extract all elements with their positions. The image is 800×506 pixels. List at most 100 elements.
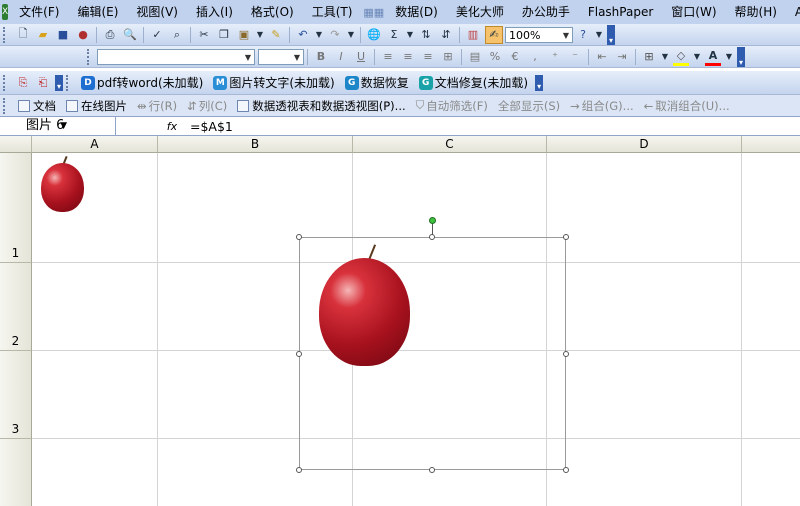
- chevron-down-icon[interactable]: ▼: [315, 27, 323, 43]
- resize-handle-bottom-right[interactable]: [563, 467, 569, 473]
- print-preview-icon[interactable]: 🔍: [122, 27, 138, 43]
- merge-center-icon[interactable]: ⊞: [440, 49, 456, 65]
- print-icon[interactable]: ⎙: [102, 27, 118, 43]
- row-header-1[interactable]: 1: [0, 153, 32, 263]
- toolbar-options-icon[interactable]: ▾: [55, 74, 63, 91]
- autosum-icon[interactable]: Σ: [386, 27, 402, 43]
- font-size-select[interactable]: ▼: [258, 48, 304, 65]
- menu-item-adobe[interactable]: Adobe: [786, 0, 800, 24]
- addin-doc-repair[interactable]: G 文档修复(未加载): [414, 72, 533, 94]
- addin-data-recovery[interactable]: G 数据恢复: [340, 72, 414, 94]
- chevron-down-icon[interactable]: ▼: [406, 27, 414, 43]
- group-button[interactable]: → 组合(G)...: [565, 98, 639, 114]
- addin-icon[interactable]: ▦▦: [363, 4, 384, 20]
- toolbar-options-icon[interactable]: ▾: [535, 74, 544, 91]
- column-header-a[interactable]: A: [32, 136, 158, 153]
- toolbar-grip[interactable]: [3, 26, 9, 43]
- sort-descending-icon[interactable]: ⇵: [438, 27, 454, 43]
- toolbar-grip[interactable]: [3, 97, 9, 114]
- redo-icon[interactable]: ↷: [327, 27, 343, 43]
- menu-item-beautify[interactable]: 美化大师: [447, 0, 513, 24]
- bold-icon[interactable]: B: [313, 49, 329, 65]
- resize-handle-right[interactable]: [563, 351, 569, 357]
- align-right-icon[interactable]: ≡: [420, 49, 436, 65]
- copy-icon[interactable]: ❐: [216, 27, 232, 43]
- align-center-icon[interactable]: ≡: [400, 49, 416, 65]
- toolbar-options-icon[interactable]: ▾: [737, 46, 745, 67]
- menu-item-view[interactable]: 视图(V): [127, 0, 187, 24]
- sort-ascending-icon[interactable]: ⇅: [418, 27, 434, 43]
- rotate-handle[interactable]: [429, 217, 436, 224]
- currency-icon[interactable]: ▤: [467, 49, 483, 65]
- menu-item-insert[interactable]: 插入(I): [187, 0, 242, 24]
- chevron-down-icon[interactable]: ▼: [242, 50, 254, 64]
- increase-indent-icon[interactable]: ⇥: [614, 49, 630, 65]
- pdf-icon[interactable]: ⎘: [15, 75, 31, 91]
- doc-button[interactable]: 文档: [13, 98, 61, 114]
- row-button[interactable]: ⇹ 行(R): [132, 98, 182, 114]
- euro-icon[interactable]: €: [507, 49, 523, 65]
- menu-item-office-helper[interactable]: 办公助手: [513, 0, 579, 24]
- save-icon[interactable]: ■: [55, 27, 71, 43]
- chevron-down-icon[interactable]: ▼: [256, 27, 264, 43]
- menu-item-data[interactable]: 数据(D): [386, 0, 447, 24]
- resize-handle-top[interactable]: [429, 234, 435, 240]
- pdf-settings-icon[interactable]: ⎗: [35, 75, 51, 91]
- hyperlink-icon[interactable]: 🌐: [366, 27, 382, 43]
- row-header-4[interactable]: [0, 439, 32, 506]
- resize-handle-left[interactable]: [296, 351, 302, 357]
- apple-image-small[interactable]: [40, 155, 86, 214]
- italic-icon[interactable]: I: [333, 49, 349, 65]
- chevron-down-icon[interactable]: ▼: [595, 27, 603, 43]
- menu-item-window[interactable]: 窗口(W): [662, 0, 725, 24]
- menu-item-flashpaper[interactable]: FlashPaper: [579, 0, 662, 24]
- formula-input[interactable]: =$A$1: [190, 119, 233, 134]
- cut-icon[interactable]: ✂: [196, 27, 212, 43]
- underline-icon[interactable]: U: [353, 49, 369, 65]
- select-all-corner[interactable]: [0, 136, 32, 153]
- research-icon[interactable]: ⌕: [169, 27, 185, 43]
- menu-item-tools[interactable]: 工具(T): [303, 0, 362, 24]
- column-header-d[interactable]: D: [547, 136, 742, 153]
- spelling-icon[interactable]: ✓: [149, 27, 165, 43]
- pivot-table-button[interactable]: 数据透视表和数据透视图(P)...: [232, 98, 410, 114]
- comma-icon[interactable]: ,: [527, 49, 543, 65]
- name-box[interactable]: 图片 6 ▼: [0, 117, 116, 135]
- chevron-down-icon[interactable]: ▼: [291, 50, 303, 64]
- align-left-icon[interactable]: ≡: [380, 49, 396, 65]
- show-all-button[interactable]: 全部显示(S): [493, 98, 565, 114]
- menu-item-edit[interactable]: 编辑(E): [68, 0, 127, 24]
- row-header-3[interactable]: 3: [0, 351, 32, 439]
- addin-image-to-text[interactable]: M 图片转文字(未加载): [208, 72, 339, 94]
- borders-icon[interactable]: ⊞: [641, 49, 657, 65]
- new-icon[interactable]: 🗋: [15, 27, 31, 43]
- decrease-indent-icon[interactable]: ⇤: [594, 49, 610, 65]
- column-button[interactable]: ⇵ 列(C): [182, 98, 232, 114]
- chevron-down-icon[interactable]: ▼: [693, 49, 701, 65]
- open-icon[interactable]: ▰: [35, 27, 51, 43]
- resize-handle-top-right[interactable]: [563, 234, 569, 240]
- font-name-select[interactable]: ▼: [97, 48, 255, 65]
- percent-icon[interactable]: %: [487, 49, 503, 65]
- column-header-c[interactable]: C: [353, 136, 547, 153]
- toolbar-grip[interactable]: [66, 74, 72, 91]
- chevron-down-icon[interactable]: ▼: [60, 117, 67, 135]
- menu-item-format[interactable]: 格式(O): [242, 0, 303, 24]
- toolbar-options-icon[interactable]: ▾: [607, 24, 615, 45]
- format-painter-icon[interactable]: ✎: [268, 27, 284, 43]
- increase-decimal-icon[interactable]: ⁺: [547, 49, 563, 65]
- paste-icon[interactable]: ▣: [236, 27, 252, 43]
- online-picture-button[interactable]: 在线图片: [61, 98, 132, 114]
- decrease-decimal-icon[interactable]: ⁻: [567, 49, 583, 65]
- fill-color-icon[interactable]: ◇: [673, 47, 689, 66]
- chevron-down-icon[interactable]: ▼: [725, 49, 733, 65]
- resize-handle-top-left[interactable]: [296, 234, 302, 240]
- toolbar-grip[interactable]: [87, 48, 93, 65]
- row-header-2[interactable]: 2: [0, 263, 32, 351]
- column-header-b[interactable]: B: [158, 136, 353, 153]
- menu-item-help[interactable]: 帮助(H): [726, 0, 786, 24]
- resize-handle-bottom-left[interactable]: [296, 467, 302, 473]
- picture-selection-frame[interactable]: [299, 237, 566, 470]
- undo-icon[interactable]: ↶: [295, 27, 311, 43]
- excel-app-icon[interactable]: X: [2, 4, 9, 20]
